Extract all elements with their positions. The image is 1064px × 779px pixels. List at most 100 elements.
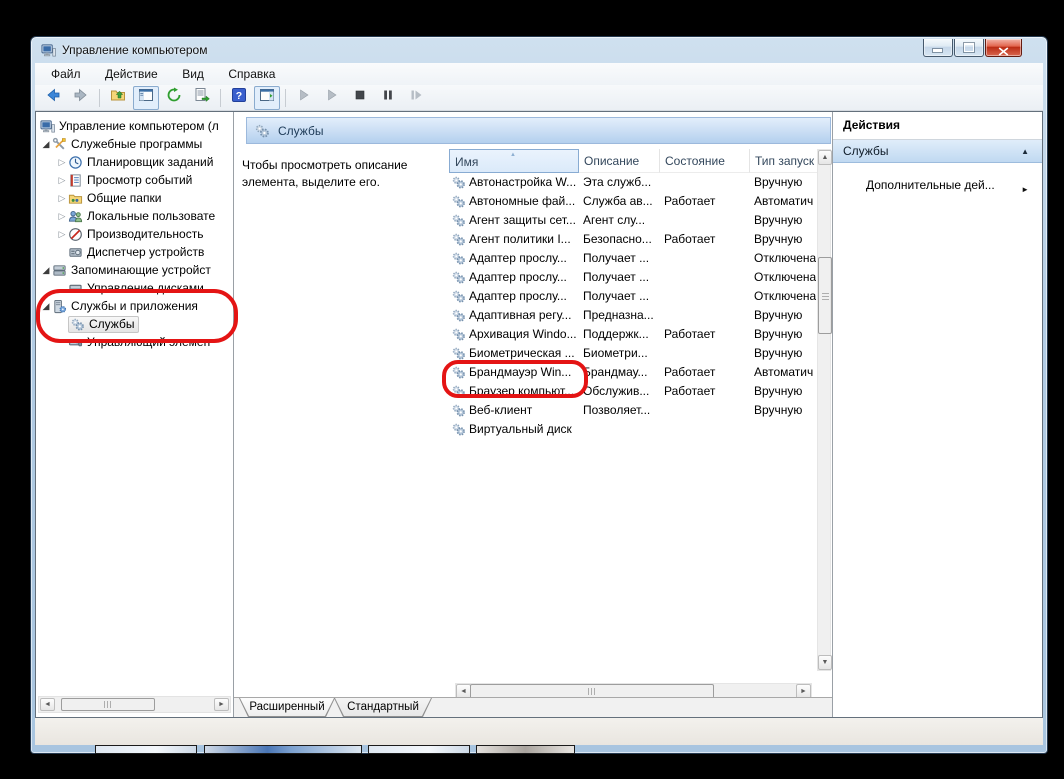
tree-item-storage[interactable]: ◢Запоминающие устройст (36, 261, 233, 279)
scroll-right-icon[interactable]: ► (214, 698, 229, 711)
menu-view[interactable]: Вид (172, 63, 214, 85)
service-row[interactable]: Агент защиты сет...Агент слу...Вручную (449, 211, 817, 230)
service-startup-type: Вручную (754, 401, 816, 420)
column-header-name[interactable]: Имя ▲ (449, 149, 579, 173)
menu-file[interactable]: Файл (41, 63, 91, 85)
service-name: Автонастройка W... (469, 173, 581, 192)
back-icon (45, 87, 61, 108)
show-hide-action-pane-button[interactable] (254, 86, 280, 110)
start-service-button[interactable] (291, 86, 317, 110)
window-bottom-frame (35, 718, 1043, 745)
annotation-ellipse-tree (36, 289, 238, 343)
expand-icon[interactable]: ▷ (56, 229, 68, 240)
pause-service-button[interactable] (375, 86, 401, 110)
annotation-ellipse-firewall-row (442, 360, 588, 398)
service-status: Работает (664, 325, 752, 344)
menu-help[interactable]: Справка (218, 63, 285, 85)
maximize-button[interactable] (954, 39, 984, 57)
tree-item-body: Служебные программы (52, 137, 205, 152)
service-startup-type: Отключена (754, 268, 816, 287)
service-row[interactable]: Адаптер прослу...Получает ...Отключена (449, 287, 817, 306)
window-title: Управление компьютером (62, 37, 207, 63)
computer-management-app-icon (41, 43, 56, 58)
tree-item-label: Общие папки (87, 191, 161, 205)
tree-item-device-manager[interactable]: Диспетчер устройств (36, 243, 233, 261)
service-row[interactable]: Адаптер прослу...Получает ...Отключена (449, 249, 817, 268)
service-row[interactable]: Адаптивная регу...Предназна...Вручную (449, 306, 817, 325)
service-row[interactable]: Агент политики I...Безопасно...РаботаетВ… (449, 230, 817, 249)
service-startup-type: Автоматич (754, 363, 816, 382)
minimize-button[interactable] (923, 39, 953, 57)
help-button[interactable]: ? (226, 86, 252, 110)
back-button[interactable] (40, 86, 66, 110)
service-startup-type: Отключена (754, 287, 816, 306)
expand-icon[interactable]: ▷ (56, 157, 68, 168)
column-header-startup-type[interactable]: Тип запуск (750, 149, 817, 173)
expand-icon[interactable]: ▷ (56, 193, 68, 204)
window-controls (922, 39, 1022, 57)
service-row[interactable]: Автономные фай...Служба ав...РаботаетАвт… (449, 192, 817, 211)
scroll-thumb[interactable] (61, 698, 155, 711)
actions-section-services[interactable]: Службы ▲ (833, 140, 1042, 163)
resume-service-button[interactable] (319, 86, 345, 110)
service-row[interactable]: Автонастройка W...Эта служб...Вручную (449, 173, 817, 192)
stop-service-button[interactable] (347, 86, 373, 110)
collapse-icon[interactable]: ◢ (40, 139, 52, 150)
scroll-up-icon[interactable]: ▲ (818, 150, 832, 165)
column-header-description[interactable]: Описание (579, 149, 660, 173)
service-row[interactable]: Виртуальный диск (449, 420, 817, 439)
tree-item-label: Производительность (87, 227, 203, 241)
tree-item-performance[interactable]: ▷ Производительность (36, 225, 233, 243)
service-row[interactable]: Архивация Windo...Поддержк...РаботаетВру… (449, 325, 817, 344)
service-row[interactable]: Адаптер прослу...Получает ...Отключена (449, 268, 817, 287)
desktop-background: Управление компьютером Файл Действие Вид… (0, 0, 1064, 779)
column-header-status[interactable]: Состояние (660, 149, 750, 173)
list-horizontal-scrollbar[interactable]: ◄ ► (455, 683, 812, 698)
tree-item-body: Производительность (68, 227, 206, 242)
actions-pane-title: Действия (833, 112, 1042, 140)
actions-item-more[interactable]: Дополнительные дей... ► (833, 176, 1042, 194)
local-users-icon (68, 209, 85, 224)
collapse-icon[interactable]: ◢ (40, 265, 52, 276)
scroll-thumb[interactable] (818, 257, 832, 334)
tree-item-body: Запоминающие устройст (52, 263, 214, 278)
expand-icon[interactable]: ▷ (56, 211, 68, 222)
tree-item-tools[interactable]: ◢Служебные программы (36, 135, 233, 153)
service-description: Позволяет... (583, 401, 661, 420)
help-icon: ? (231, 87, 247, 108)
scroll-left-icon[interactable]: ◄ (40, 698, 55, 711)
service-gear-icon (451, 270, 466, 285)
refresh-button[interactable] (161, 86, 187, 110)
tree-item-local-users[interactable]: ▷Локальные пользовате (36, 207, 233, 225)
expand-icon[interactable]: ▷ (56, 175, 68, 186)
tree-item-computer[interactable]: Управление компьютером (л (36, 117, 233, 135)
service-startup-type: Вручную (754, 230, 816, 249)
tree-item-body: Планировщик заданий (68, 155, 216, 170)
close-button[interactable] (985, 39, 1022, 57)
forward-button[interactable] (68, 86, 94, 110)
tab-standard[interactable]: Стандартный (334, 698, 432, 717)
list-vertical-scrollbar[interactable]: ▲ ▼ (817, 149, 831, 671)
minimize-icon (933, 49, 942, 52)
close-icon (998, 43, 1009, 61)
tree-item-shared-folders[interactable]: ▷ Общие папки (36, 189, 233, 207)
tree-horizontal-scrollbar[interactable]: ◄ ► (38, 696, 231, 713)
service-startup-type: Отключена (754, 249, 816, 268)
tree-item-body: Общие папки (68, 191, 164, 206)
tree-item-event-viewer[interactable]: ▷Просмотр событий (36, 171, 233, 189)
device-manager-icon (68, 245, 85, 260)
tree-item-task-scheduler[interactable]: ▷Планировщик заданий (36, 153, 233, 171)
export-list-button[interactable] (189, 86, 215, 110)
tab-extended[interactable]: Расширенный (239, 698, 335, 717)
up-one-level-button[interactable] (105, 86, 131, 110)
scroll-down-icon[interactable]: ▼ (818, 655, 832, 670)
service-name: Агент политики I... (469, 230, 581, 249)
titlebar[interactable]: Управление компьютером (31, 37, 1047, 63)
collapse-section-icon[interactable]: ▲ (1021, 141, 1029, 163)
show-hide-console-tree-button[interactable] (133, 86, 159, 110)
service-row[interactable]: Веб-клиентПозволяет...Вручную (449, 401, 817, 420)
restart-service-button[interactable] (403, 86, 429, 110)
service-status: Работает (664, 230, 752, 249)
menu-action[interactable]: Действие (95, 63, 168, 85)
performance-icon (68, 227, 85, 242)
